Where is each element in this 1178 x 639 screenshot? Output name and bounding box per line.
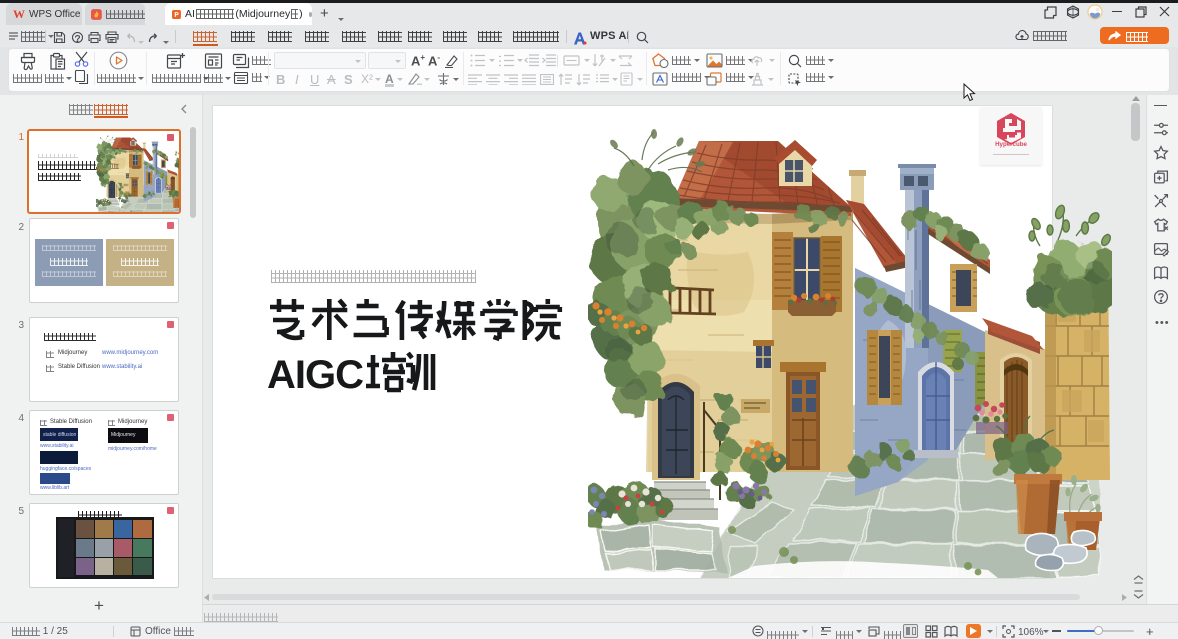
svg-text:AIGC: AIGC: [267, 353, 363, 397]
